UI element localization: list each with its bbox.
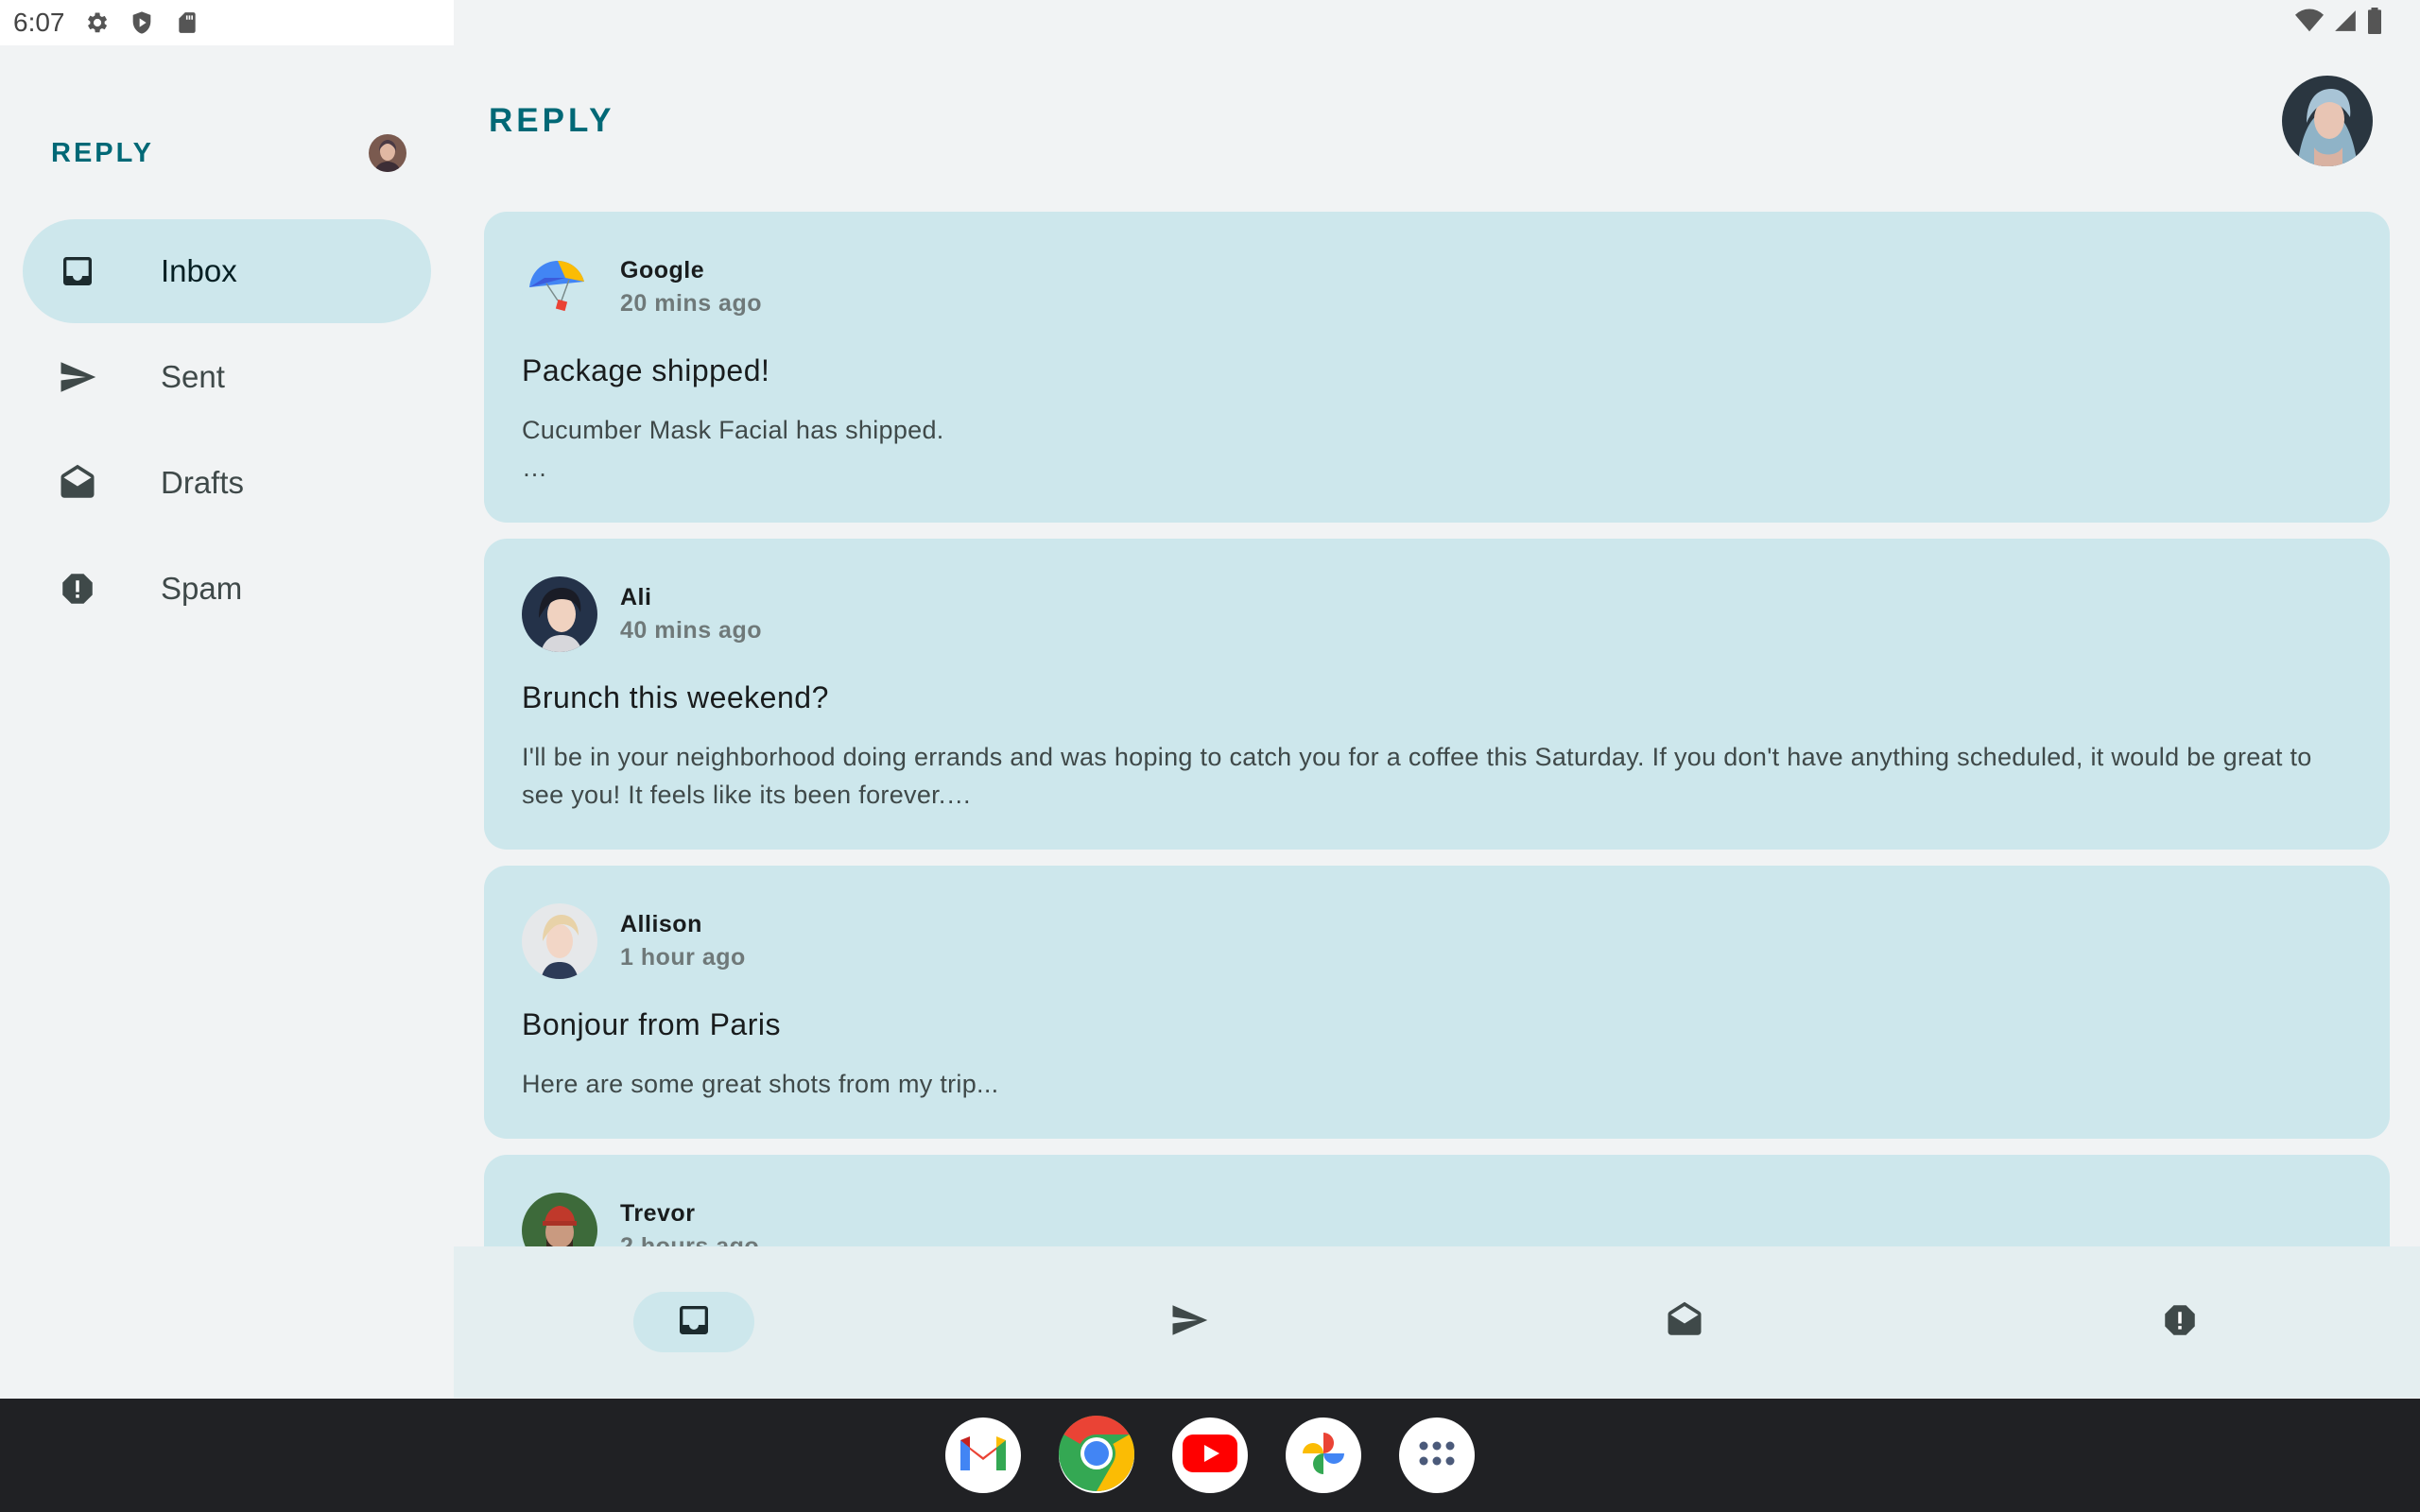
email-time: 20 mins ago [620,290,762,317]
sender-name: Trevor [620,1200,696,1227]
inbox-icon [675,1301,713,1344]
drafts-icon [57,462,98,504]
sender-avatar [522,576,597,652]
drafts-icon [1665,1300,1704,1345]
profile-avatar[interactable] [2282,76,2373,166]
photos-icon [1297,1427,1350,1485]
settings-icon [82,9,111,37]
spam-icon [57,568,98,610]
email-meta: Ali 40 mins ago [620,584,762,644]
email-header: Trevor 2 hours ago [522,1193,2352,1246]
drawer-avatar[interactable] [369,134,406,172]
bottom-nav-spam[interactable] [2119,1292,2240,1352]
drawer-item-label: Spam [161,571,243,606]
email-subject: Brunch this weekend? [522,680,829,714]
email-preview: I'll be in your neighborhood doing erran… [522,743,2312,809]
email-preview: Cucumber Mask Facial has shipped. … [522,411,2352,487]
email-subject: Package shipped! [522,353,770,387]
sender-avatar [522,903,597,979]
email-preview-more: … [522,454,548,482]
navigation-drawer: REPLY Inbox Sent Drafts Spam [0,45,454,1399]
email-preview-text: Cucumber Mask Facial has shipped. [522,416,944,444]
sd-card-icon [173,9,201,37]
battery-icon [2367,7,2382,39]
email-header: Ali 40 mins ago [522,576,2352,652]
chrome-app[interactable] [1059,1415,1134,1496]
sender-name: Allison [620,911,702,937]
send-icon [1169,1300,1209,1345]
gmail-icon [957,1433,1010,1479]
email-meta: Google 20 mins ago [620,257,762,318]
email-meta: Allison 1 hour ago [620,911,746,971]
drawer-item-label: Inbox [161,253,237,288]
email-subject: Bonjour from Paris [522,1007,781,1041]
email-preview: Here are some great shots from my trip..… [522,1070,999,1098]
status-time: 6:07 [13,8,65,37]
status-bar: 6:07 [0,0,454,45]
email-header: Google 20 mins ago [522,249,2352,325]
drawer-item-label: Drafts [161,465,245,500]
gmail-app[interactable] [945,1418,1021,1493]
email-time: 40 mins ago [620,617,762,644]
sender-name: Google [620,257,705,284]
email-card[interactable]: Trevor 2 hours ago [484,1155,2390,1246]
app-launcher[interactable] [1399,1418,1475,1493]
bottom-nav-drafts[interactable] [1624,1292,1745,1352]
inbox-icon [57,250,98,292]
play-protect-icon [128,9,156,37]
sender-avatar [522,1193,597,1246]
email-meta: Trevor 2 hours ago [620,1200,759,1246]
app-drawer-icon [1418,1440,1456,1471]
email-list[interactable]: Google 20 mins ago Package shipped! Cucu… [484,212,2390,1246]
sender-name: Ali [620,584,652,610]
drawer-item-label: Sent [161,359,225,394]
bottom-navigation [454,1246,2420,1398]
spam-icon [2160,1300,2200,1345]
email-card[interactable]: Google 20 mins ago Package shipped! Cucu… [484,212,2390,523]
bottom-nav-inbox[interactable] [633,1292,754,1352]
drawer-brand: REPLY [51,137,155,168]
email-card[interactable]: Ali 40 mins ago Brunch this weekend? I'l… [484,539,2390,850]
signal-icon [2333,9,2358,38]
drawer-item-drafts[interactable]: Drafts [23,431,431,535]
email-time: 1 hour ago [620,944,746,971]
photos-app[interactable] [1286,1418,1361,1493]
sender-avatar [522,249,597,325]
drawer-nav-list: Inbox Sent Drafts Spam [23,219,431,643]
bottom-nav-sent[interactable] [1129,1292,1250,1352]
email-card[interactable]: Allison 1 hour ago Bonjour from Paris He… [484,866,2390,1139]
drawer-item-inbox[interactable]: Inbox [23,219,431,323]
send-icon [57,356,98,398]
wifi-icon [2295,9,2324,38]
youtube-icon [1183,1434,1237,1477]
email-header: Allison 1 hour ago [522,903,2352,979]
youtube-app[interactable] [1172,1418,1248,1493]
chrome-icon [1059,1415,1134,1496]
taskbar-dock [0,1399,2420,1512]
drawer-item-sent[interactable]: Sent [23,325,431,429]
drawer-header: REPLY [51,125,406,181]
status-indicators [2295,7,2382,39]
email-time: 2 hours ago [620,1233,760,1246]
drawer-item-spam[interactable]: Spam [23,537,431,641]
page-title: REPLY [489,102,615,139]
